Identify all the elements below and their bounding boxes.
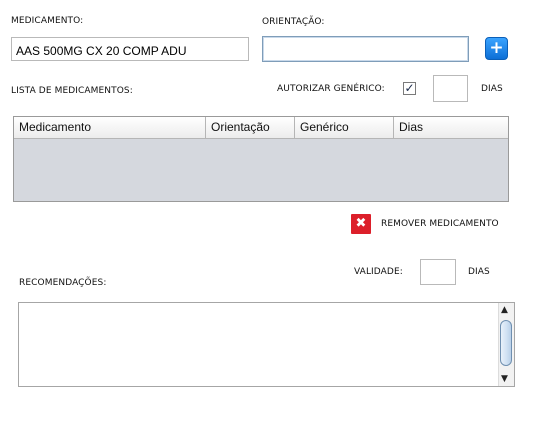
plus-icon: + xyxy=(489,38,504,58)
orientacao-label: ORIENTAÇÃO: xyxy=(262,17,325,27)
x-icon: ✖ xyxy=(355,216,367,231)
scrollbar-thumb[interactable] xyxy=(500,320,512,366)
column-header-dias[interactable]: Dias xyxy=(394,117,508,138)
column-header-generico[interactable]: Genérico xyxy=(295,117,394,138)
checkmark-icon: ✓ xyxy=(404,81,415,95)
generico-dias-input[interactable] xyxy=(433,75,468,102)
scroll-up-icon[interactable]: ▲ xyxy=(501,305,508,315)
validade-label: VALIDADE: xyxy=(354,267,403,277)
table-header: Medicamento Orientação Genérico Dias xyxy=(14,117,508,139)
add-medication-button[interactable]: + xyxy=(485,37,508,60)
recomendacoes-label: RECOMENDAÇÕES: xyxy=(19,278,107,288)
autorizar-generico-checkbox[interactable]: ✓ xyxy=(403,82,416,95)
orientacao-input[interactable] xyxy=(262,36,469,62)
vertical-scrollbar[interactable]: ▲ ▼ xyxy=(498,303,514,386)
autorizar-generico-label: AUTORIZAR GENÉRICO: xyxy=(277,84,385,94)
lista-medicamentos-label: LISTA DE MEDICAMENTOS: xyxy=(11,86,133,96)
column-header-orientacao[interactable]: Orientação xyxy=(206,117,295,138)
scroll-down-icon[interactable]: ▼ xyxy=(501,374,508,384)
medications-table[interactable]: Medicamento Orientação Genérico Dias xyxy=(13,116,509,202)
recomendacoes-textarea[interactable]: ▲ ▼ xyxy=(18,302,515,387)
generico-dias-label: DIAS xyxy=(481,84,503,94)
medicamento-input[interactable] xyxy=(11,37,249,61)
column-header-medicamento[interactable]: Medicamento xyxy=(14,117,206,138)
validade-input[interactable] xyxy=(420,259,456,285)
remover-medicamento-button[interactable]: REMOVER MEDICAMENTO xyxy=(381,219,499,229)
validade-dias-label: DIAS xyxy=(468,267,490,277)
remove-icon[interactable]: ✖ xyxy=(351,214,371,234)
medicamento-label: MEDICAMENTO: xyxy=(11,16,84,26)
